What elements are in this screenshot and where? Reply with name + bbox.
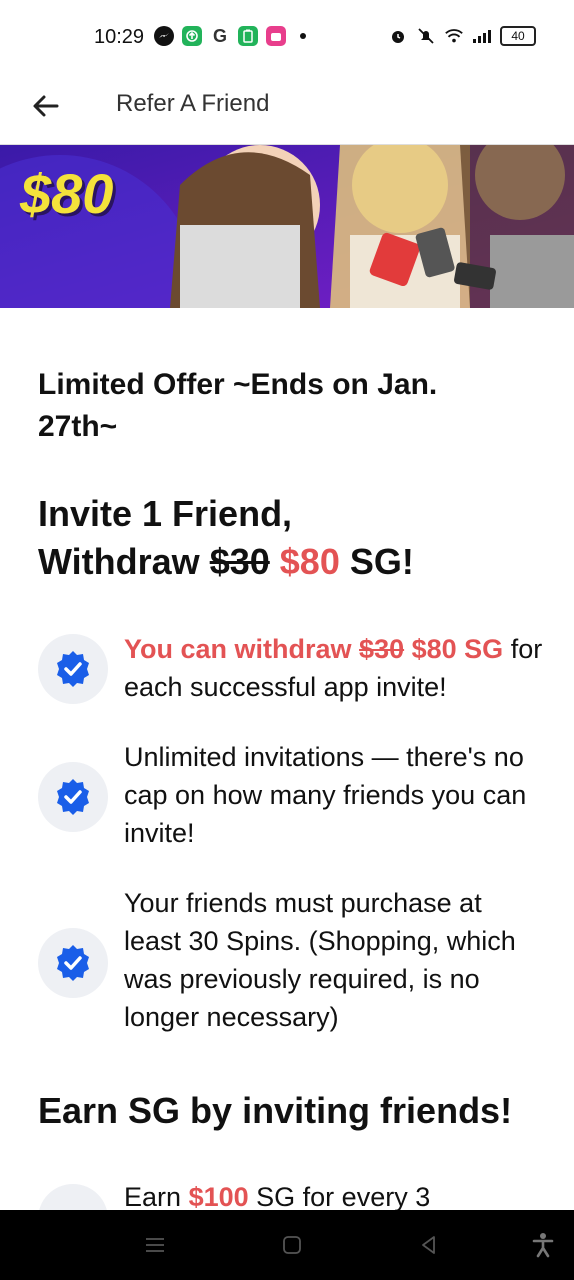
battery-indicator: 40 [500,26,536,46]
status-bar: 10:29 G 40 [0,0,574,72]
back-arrow-icon [33,95,59,117]
benefit-text: Unlimited invitations — there's no cap o… [124,742,527,848]
recents-button[interactable] [140,1230,170,1260]
limited-offer-text: Limited Offer ~Ends on Jan. 27th~ [38,368,438,443]
verified-check-icon [57,945,89,981]
more-notifications-dot [300,33,306,39]
earn-section-title: Earn SG by inviting friends! [38,1090,513,1131]
promo-banner: $80 [0,145,574,308]
status-time: 10:29 [94,26,145,48]
headline: Invite 1 Friend, Withdraw $30 $80 SG! [38,490,538,586]
headline-suffix: SG! [349,541,414,582]
main-content: Limited Offer ~Ends on Jan. 27th~ Invite… [0,308,574,1210]
alarm-icon [388,26,408,46]
google-icon: G [210,26,230,46]
accessibility-icon [532,1233,554,1258]
earn-item-text: Earn $100 SG for every 3 [124,1182,430,1210]
app-bar: Refer A Friend [0,72,574,145]
benefit-text: You can withdraw $30 $80 SG for each suc… [124,630,544,706]
benefit-new-amount: $80 SG [411,634,504,664]
mute-icon [416,26,436,46]
headline-withdraw: Withdraw [38,541,200,582]
headline-old-amount: $30 [209,541,270,582]
benefit-red-prefix: You can withdraw [124,634,352,664]
shop-app-icon [266,26,286,46]
earn-suffix: SG for every 3 [256,1182,431,1210]
home-button[interactable] [277,1230,307,1260]
verified-check-icon [57,651,89,687]
system-back-button[interactable] [414,1230,444,1260]
check-badge [38,634,108,704]
accessibility-button[interactable] [528,1230,558,1260]
benefit-old-amount: $30 [359,634,405,664]
system-nav-bar [0,1210,574,1280]
verified-check-icon [57,779,89,815]
page-title: Refer A Friend [116,90,270,117]
back-button[interactable] [28,88,64,124]
notification-icons: G [154,26,306,46]
back-icon [422,1236,435,1254]
headline-line1: Invite 1 Friend, [38,493,293,534]
home-icon [283,1236,301,1254]
system-icons: 40 [388,26,536,46]
benefit-item: Unlimited invitations — there's no cap o… [38,738,548,858]
headline-new-amount: $80 [279,541,340,582]
banner-amount: $80 [20,162,114,225]
check-badge [38,1184,108,1210]
wifi-icon [444,26,464,46]
check-badge [38,762,108,832]
menu-icon [146,1238,164,1252]
signal-icon [472,26,492,46]
earn-prefix: Earn [124,1182,182,1210]
earn-amount: $100 [188,1182,249,1210]
messenger-icon [154,26,174,46]
check-badge [38,928,108,998]
app-update-icon [182,26,202,46]
headline-line2: Withdraw $30 $80 SG! [38,538,538,586]
benefit-item: You can withdraw $30 $80 SG for each suc… [38,630,548,710]
benefit-item: Your friends must purchase at least 30 S… [38,884,548,1044]
benefit-text: Your friends must purchase at least 30 S… [124,888,516,1032]
battery-saver-icon [238,26,258,46]
